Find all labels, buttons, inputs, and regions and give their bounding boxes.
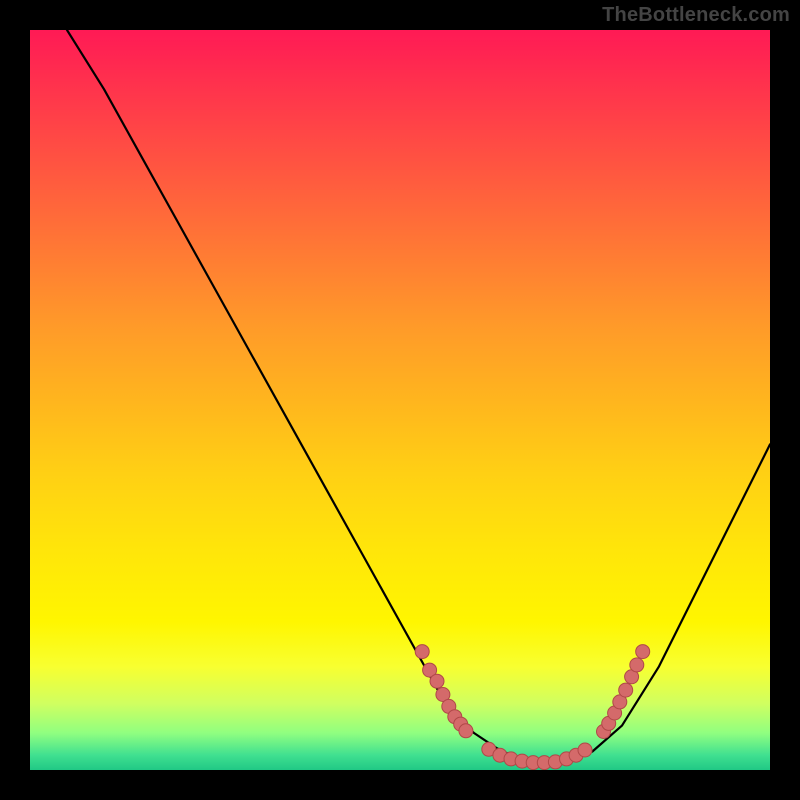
- data-dot: [459, 724, 473, 738]
- data-dot: [636, 645, 650, 659]
- watermark-text: TheBottleneck.com: [602, 4, 790, 27]
- data-dot: [578, 743, 592, 757]
- dot-markers: [415, 645, 650, 770]
- data-dot: [415, 645, 429, 659]
- data-dot: [619, 683, 633, 697]
- chart-svg: [30, 30, 770, 770]
- curve-path: [30, 30, 770, 763]
- data-dot: [430, 674, 444, 688]
- plot-area: [30, 30, 770, 770]
- data-dot: [630, 658, 644, 672]
